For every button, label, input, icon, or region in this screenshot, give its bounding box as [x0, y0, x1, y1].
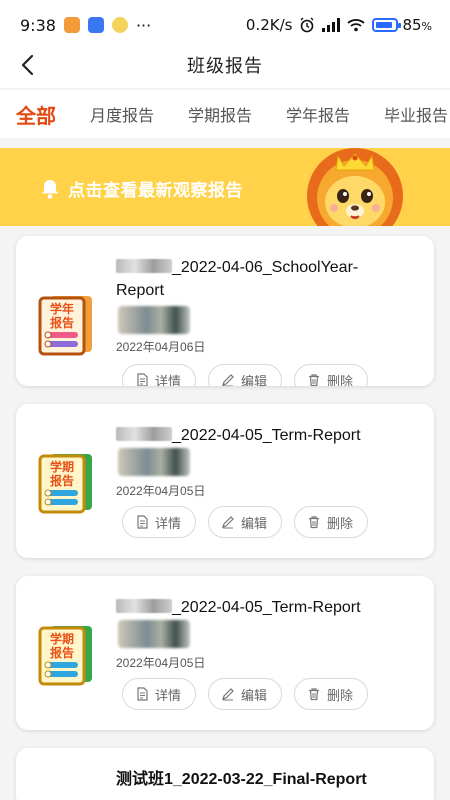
- wifi-icon: [347, 19, 366, 32]
- edit-button[interactable]: 编辑: [208, 364, 283, 386]
- report-card[interactable]: 学期 报告 _2022-04-05_Term-Report 2022年04月05…: [16, 404, 434, 558]
- tab-school-year[interactable]: 学年报告: [286, 102, 350, 126]
- detail-button[interactable]: 详情: [122, 506, 197, 538]
- trash-icon: [309, 516, 320, 529]
- delete-button[interactable]: 删除: [294, 364, 369, 386]
- delete-button[interactable]: 删除: [294, 506, 369, 538]
- tab-monthly[interactable]: 月度报告: [90, 102, 154, 126]
- report-title: _2022-04-06_SchoolYear- Report: [116, 259, 359, 299]
- redacted-class-name: [116, 259, 172, 273]
- redacted-class-name: [116, 427, 172, 441]
- lion-mascot-icon: [307, 148, 403, 226]
- report-card[interactable]: 学年 报告 _2022-04-06_SchoolYear- Report 202…: [16, 236, 434, 386]
- battery-indicator: 85%: [372, 16, 432, 34]
- report-actions: 详情 编辑 删除: [122, 364, 369, 386]
- tab-term[interactable]: 学期报告: [188, 102, 252, 126]
- report-date: 2022年04月05日: [116, 656, 206, 670]
- network-speed: 0.2K/s: [245, 16, 293, 34]
- detail-button[interactable]: 详情: [122, 678, 197, 710]
- badge-label: 报告: [49, 316, 74, 330]
- report-actions: 详情 编辑 删除: [122, 678, 369, 710]
- battery-icon: [372, 18, 402, 32]
- alarm-icon: [300, 17, 314, 33]
- badge-label: 学年: [49, 302, 74, 316]
- redacted-class-name: [116, 599, 172, 613]
- pencil-icon: [222, 374, 234, 386]
- signal-icon: [322, 18, 341, 32]
- banner-text: 点击查看最新观察报告: [68, 181, 243, 201]
- page-title: 班级报告: [187, 56, 263, 77]
- back-button[interactable]: [14, 52, 40, 78]
- tab-graduation[interactable]: 毕业报告: [384, 102, 448, 126]
- detail-button[interactable]: 详情: [122, 364, 197, 386]
- avatar: [118, 306, 190, 334]
- status-time: 9:38: [20, 15, 56, 35]
- app-notification-icon: [87, 17, 104, 33]
- report-title: 测试班1_2022-03-22_Final-Report: [116, 771, 367, 788]
- report-card[interactable]: 学期 报告 _2022-04-05_Term-Report 2022年04月05…: [16, 576, 434, 730]
- badge-label: 学期: [49, 632, 74, 646]
- avatar: [118, 448, 190, 476]
- latest-report-banner[interactable]: 点击查看最新观察报告: [0, 148, 450, 226]
- document-icon: [137, 373, 148, 386]
- battery-unit: %: [421, 20, 432, 33]
- edit-button[interactable]: 编辑: [208, 506, 283, 538]
- nav-bar: 班级报告: [0, 42, 450, 88]
- badge-label: 报告: [49, 646, 74, 660]
- app-notification-icon: [111, 17, 128, 33]
- trash-icon: [309, 688, 320, 701]
- badge-label: 学期: [49, 460, 74, 474]
- pencil-icon: [222, 688, 234, 701]
- battery-level: 85: [402, 16, 422, 34]
- report-title: _2022-04-05_Term-Report: [116, 596, 396, 619]
- badge-label: 报告: [49, 474, 74, 488]
- edit-button[interactable]: 编辑: [208, 678, 283, 710]
- pencil-icon: [222, 516, 234, 529]
- avatar: [118, 620, 190, 648]
- report-date: 2022年04月05日: [116, 484, 206, 498]
- document-icon: [137, 515, 148, 529]
- report-card[interactable]: 测试班1_2022-03-22_Final-Report: [16, 748, 434, 800]
- document-icon: [137, 687, 148, 701]
- trash-icon: [309, 374, 320, 386]
- bell-icon: [42, 179, 58, 199]
- report-title: _2022-04-05_Term-Report: [116, 424, 396, 447]
- more-notifications-icon: ···: [135, 15, 152, 35]
- tab-all[interactable]: 全部: [16, 100, 56, 129]
- report-actions: 详情 编辑 删除: [122, 506, 369, 538]
- report-tabs: 全部 月度报告 学期报告 学年报告 毕业报告: [0, 90, 450, 138]
- app-notification-icon: [63, 17, 80, 33]
- delete-button[interactable]: 删除: [294, 678, 369, 710]
- report-list: 学年 报告 _2022-04-06_SchoolYear- Report 202…: [16, 236, 434, 800]
- chevron-left-icon: [21, 54, 34, 76]
- report-date: 2022年04月06日: [116, 340, 206, 354]
